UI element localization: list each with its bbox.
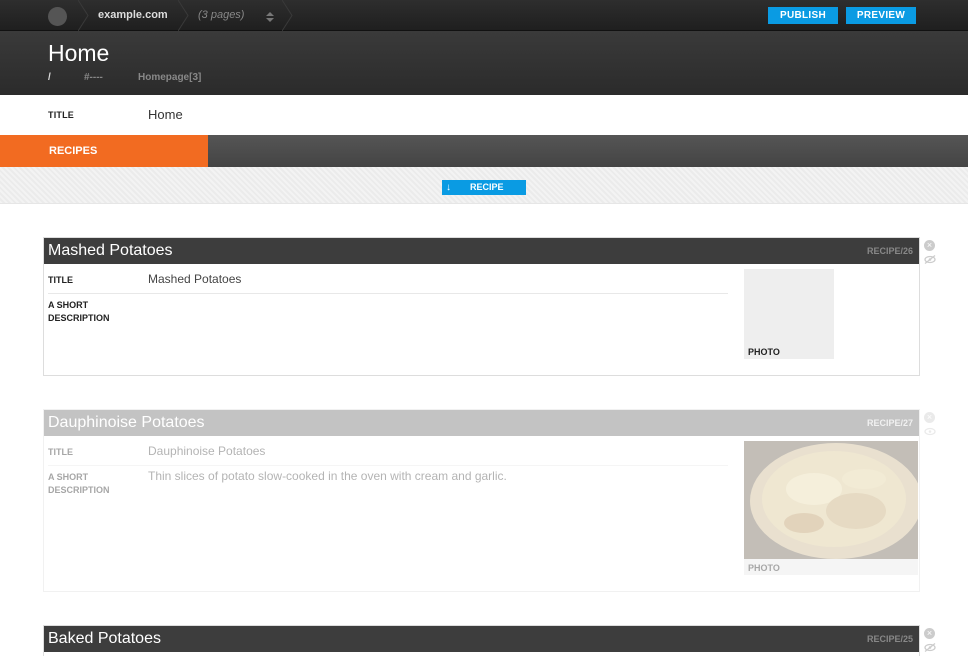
title-field-input[interactable]: Home [148,107,183,122]
recipe-id: RECIPE/25 [866,634,913,644]
recipe-title-label: TITLE [48,447,73,457]
gratin-photo-image [744,441,918,575]
page-count[interactable]: (3 pages) [198,9,244,21]
photo-upload[interactable]: PHOTO [744,269,834,359]
recipe-card-title: Dauphinoise Potatoes [48,414,205,431]
breadcrumb-root[interactable]: / [48,72,51,83]
card-actions: × [924,240,936,269]
show-icon[interactable] [924,427,936,436]
close-icon[interactable]: × [924,628,935,639]
recipe-card-title: Mashed Potatoes [48,242,173,259]
photo-label: PHOTO [748,347,780,357]
hide-icon[interactable] [924,643,936,652]
recipe-title-label: TITLE [48,275,73,285]
sort-updown-icon[interactable] [265,10,275,22]
logo-icon[interactable] [48,7,67,26]
separator-icon [78,0,90,31]
arrow-down-icon: ↓ [446,182,451,193]
preview-button[interactable]: PREVIEW [846,7,916,24]
add-recipe-button[interactable]: ↓ RECIPE [442,180,526,195]
recipe-description-label-line2: DESCRIPTION [48,313,110,323]
hide-icon[interactable] [924,255,936,264]
recipe-id: RECIPE/27 [866,418,913,428]
breadcrumb-slug[interactable]: #---- [84,72,103,83]
divider [48,465,728,466]
recipe-title-input[interactable]: Dauphinoise Potatoes [148,444,265,458]
close-icon[interactable]: × [924,240,935,251]
divider [48,293,728,294]
add-block-strip: ↓ RECIPE [0,167,968,204]
close-icon[interactable]: × [924,412,935,423]
card-actions: × [924,628,936,656]
tab-bar: RECIPES [0,135,968,167]
top-bar: example.com (3 pages) PUBLISH PREVIEW [0,0,968,31]
separator-icon [178,0,190,31]
page-header: Home / #---- Homepage[3] [0,31,968,95]
recipe-id: RECIPE/26 [866,246,913,256]
publish-button[interactable]: PUBLISH [768,7,838,24]
site-name[interactable]: example.com [98,9,168,21]
title-field-row: TITLE Home [0,95,968,135]
recipe-card: Mashed Potatoes RECIPE/26 TITLE Mashed P… [43,237,920,376]
recipe-card: Dauphinoise Potatoes RECIPE/27 TITLE Dau… [43,409,920,592]
separator-icon [282,0,294,31]
recipe-description-input[interactable]: Thin slices of potato slow-cooked in the… [148,469,507,483]
card-actions: × [924,412,936,441]
recipe-description-label-line1: A SHORT [48,300,89,310]
recipe-card: Baked Potatoes RECIPE/25 [43,625,920,656]
recipe-card-header[interactable]: Dauphinoise Potatoes RECIPE/27 [44,410,919,436]
title-field-label: TITLE [48,110,74,120]
tab-recipes[interactable]: RECIPES [0,135,208,167]
page-title: Home [48,40,110,66]
add-recipe-label: RECIPE [470,182,504,192]
recipe-description-label-line2: DESCRIPTION [48,485,110,495]
recipe-card-header[interactable]: Mashed Potatoes RECIPE/26 [44,238,919,264]
recipe-card-header[interactable]: Baked Potatoes RECIPE/25 [44,626,919,652]
recipe-card-title: Baked Potatoes [48,630,161,647]
breadcrumb-type[interactable]: Homepage[3] [138,72,201,83]
photo-label: PHOTO [748,563,780,573]
recipe-title-input[interactable]: Mashed Potatoes [148,272,241,286]
recipe-photo[interactable]: PHOTO [744,441,918,575]
recipe-description-label-line1: A SHORT [48,472,89,482]
